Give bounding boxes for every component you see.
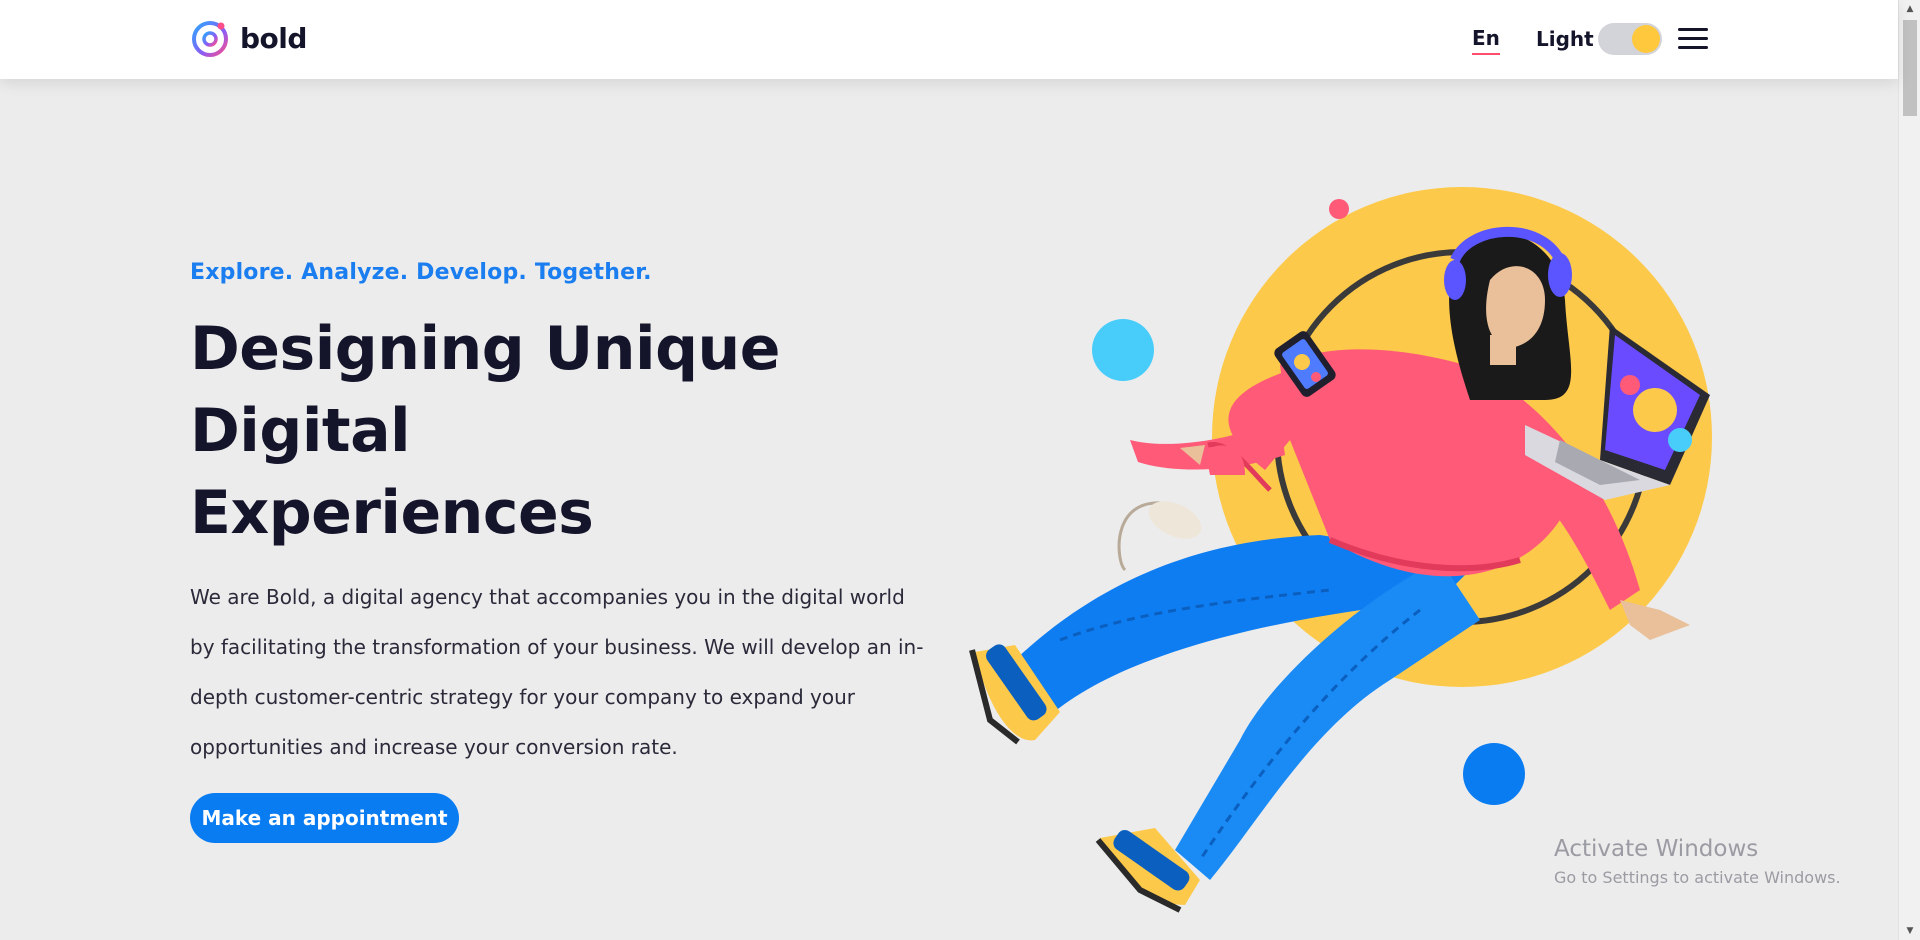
bold-logo-icon: [192, 21, 228, 57]
right-hand: [1620, 600, 1690, 640]
language-selector[interactable]: En: [1472, 26, 1500, 55]
hero-tagline: Explore. Analyze. Develop. Together.: [190, 260, 652, 285]
watermark-subtitle: Go to Settings to activate Windows.: [1554, 868, 1841, 887]
top-navbar: bold En Light: [0, 0, 1898, 79]
theme-label: Light: [1536, 27, 1594, 51]
left-arm: [1130, 420, 1285, 492]
vertical-scrollbar[interactable]: ▲ ▼: [1898, 0, 1920, 940]
head: [1444, 226, 1572, 400]
hero-description: We are Bold, a digital agency that accom…: [190, 585, 924, 759]
scroll-down-icon[interactable]: ▼: [1899, 922, 1920, 940]
make-appointment-button[interactable]: Make an appointment: [190, 793, 459, 843]
windows-activation-watermark: Activate Windows Go to Settings to activ…: [1554, 836, 1841, 887]
theme-toggle[interactable]: [1598, 23, 1662, 55]
scrollbar-thumb[interactable]: [1903, 20, 1917, 116]
scroll-up-icon[interactable]: ▲: [1899, 0, 1920, 18]
pink-dot: [1329, 199, 1349, 219]
hero-headline: Designing Unique Digital Experiences: [190, 308, 830, 554]
headline-line-1: Designing Unique: [190, 314, 780, 384]
logo[interactable]: bold: [190, 18, 307, 58]
watermark-title: Activate Windows: [1554, 836, 1759, 862]
toggle-knob: [1632, 25, 1660, 53]
headline-line-3: Experiences: [190, 478, 594, 548]
logo-text: bold: [240, 21, 307, 55]
legs: [1015, 535, 1480, 880]
hero-illustration: [969, 187, 1712, 913]
cyan-dot: [1092, 319, 1154, 381]
hamburger-menu-icon[interactable]: [1678, 24, 1708, 54]
headline-line-2: Digital: [190, 396, 411, 466]
blue-dot: [1463, 743, 1525, 805]
